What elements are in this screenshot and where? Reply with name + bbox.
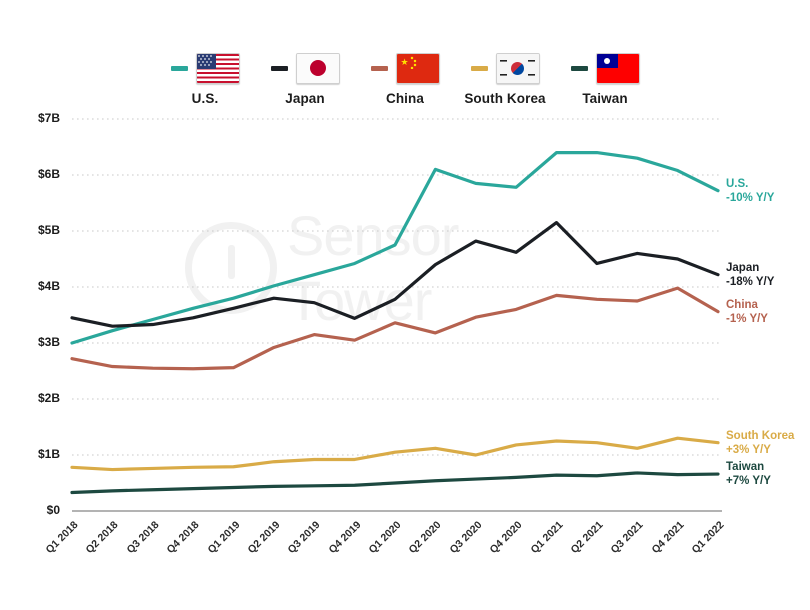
end-label-delta: -18% Y/Y [726,275,775,288]
series-line-south-korea [70,436,720,472]
y-axis-tick-label: $6B [37,167,60,181]
end-label-japan: Japan -18% Y/Y [726,261,774,289]
end-label-delta: -1% Y/Y [726,312,768,325]
chart-series-lines [70,151,720,495]
series-line-u-s [70,151,720,345]
end-label-name: South Korea [726,429,795,442]
end-label-name: Japan [726,261,760,274]
series-line-taiwan [70,471,720,495]
end-label-u-s: U.S. -10% Y/Y [726,177,774,205]
y-axis-tick-label: $5B [37,223,60,237]
end-label-delta: -10% Y/Y [726,191,775,204]
end-label-china: China -1% Y/Y [726,298,768,326]
chart-canvas [70,118,722,512]
y-axis-tick-label: $0 [46,503,60,517]
end-label-taiwan: Taiwan +7% Y/Y [726,460,771,488]
end-label-name: China [726,298,758,311]
chart-plot-area: $0 $1B $2B $3B $4B $5B $6B $7B Q1 2018 Q2 2018 Q3… [0,0,810,610]
end-label-name: U.S. [726,177,749,190]
end-label-delta: +3% Y/Y [726,443,771,456]
y-axis-tick-label: $2B [37,391,60,405]
series-line-japan [70,221,720,328]
end-label-delta: +7% Y/Y [726,475,771,488]
chart-page: U.S. Japan ★ China South Korea Taiwan Se… [0,0,810,610]
y-axis-tick-label: $3B [37,335,60,349]
y-axis-tick-label: $7B [37,111,60,125]
end-label-name: Taiwan [726,461,765,474]
y-axis-tick-label: $1B [37,447,60,461]
end-label-south-korea: South Korea +3% Y/Y [726,429,794,457]
y-axis-tick-label: $4B [37,279,60,293]
